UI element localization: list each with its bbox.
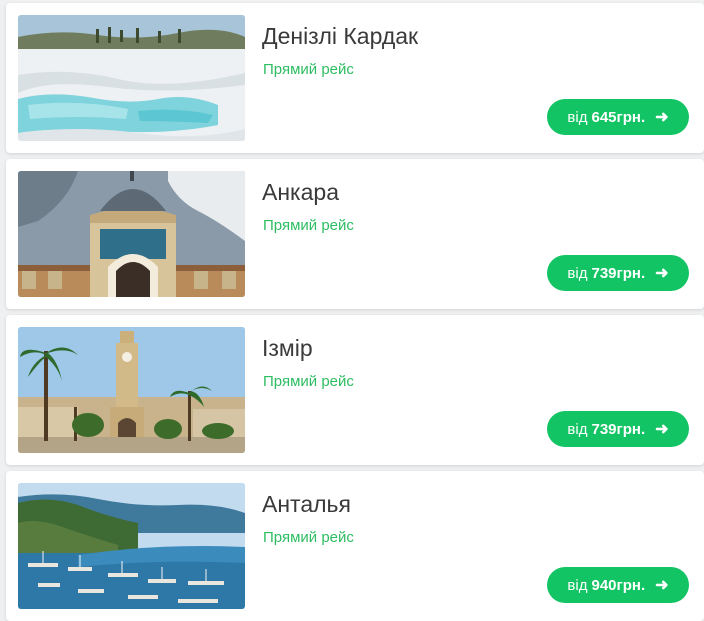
- price-prefix: від: [567, 420, 588, 438]
- price-amount: 739грн.: [591, 264, 646, 282]
- city-name[interactable]: Анкара: [262, 179, 339, 206]
- antalya-harbor-photo[interactable]: [18, 483, 245, 609]
- price-button[interactable]: від 739грн. ➜: [547, 255, 689, 291]
- city-name[interactable]: Денізлі Кардак: [262, 23, 418, 50]
- flight-type-label: Прямий рейс: [263, 373, 354, 390]
- arrow-right-icon: ➜: [655, 421, 669, 438]
- city-name[interactable]: Ізмір: [262, 335, 313, 362]
- price-button[interactable]: від 940грн. ➜: [547, 567, 689, 603]
- arrow-right-icon: ➜: [655, 265, 669, 282]
- price-prefix: від: [567, 576, 588, 594]
- ankara-domed-building-photo[interactable]: [18, 171, 245, 297]
- izmir-clock-tower-photo[interactable]: [18, 327, 245, 453]
- offer-card[interactable]: Анкара Прямий рейс від 739грн. ➜: [6, 159, 704, 309]
- flight-type-label: Прямий рейс: [263, 217, 354, 234]
- price-button[interactable]: від 645грн. ➜: [547, 99, 689, 135]
- price-amount: 739грн.: [591, 420, 646, 438]
- flight-type-label: Прямий рейс: [263, 529, 354, 546]
- flight-type-label: Прямий рейс: [263, 61, 354, 78]
- price-prefix: від: [567, 108, 588, 126]
- city-name[interactable]: Анталья: [262, 491, 351, 518]
- price-amount: 645грн.: [591, 108, 646, 126]
- pamukkale-travertines-photo[interactable]: [18, 15, 245, 141]
- arrow-right-icon: ➜: [655, 109, 669, 126]
- offer-card[interactable]: Анталья Прямий рейс від 940грн. ➜: [6, 471, 704, 621]
- arrow-right-icon: ➜: [655, 577, 669, 594]
- price-prefix: від: [567, 264, 588, 282]
- offer-card[interactable]: Денізлі Кардак Прямий рейс від 645грн. ➜: [6, 3, 704, 153]
- offer-card[interactable]: Ізмір Прямий рейс від 739грн. ➜: [6, 315, 704, 465]
- price-button[interactable]: від 739грн. ➜: [547, 411, 689, 447]
- price-amount: 940грн.: [591, 576, 646, 594]
